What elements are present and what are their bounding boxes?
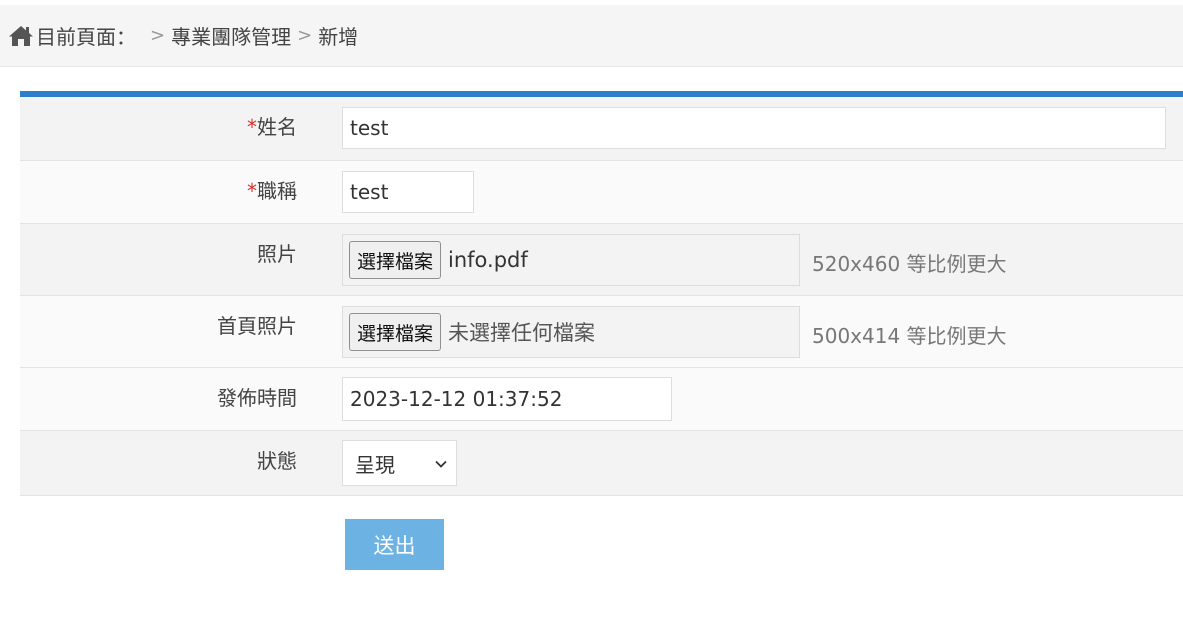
publish-time-input[interactable] (342, 377, 672, 421)
status-selected-value: 呈現 (355, 452, 395, 477)
breadcrumb-item-team-management[interactable]: 專業團隊管理 (171, 21, 291, 50)
required-mark: * (247, 179, 257, 203)
form-row-status: 狀態 呈現 (20, 431, 1183, 496)
home-icon[interactable] (8, 24, 34, 48)
chevron-down-icon (435, 460, 447, 468)
photo-label: 照片 (257, 242, 297, 266)
title-label: *職稱 (247, 179, 297, 203)
publish-time-label: 發佈時間 (217, 386, 297, 410)
required-mark: * (247, 115, 257, 139)
status-select[interactable]: 呈現 (342, 440, 457, 486)
photo-size-hint: 520x460 等比例更大 (812, 252, 1007, 276)
breadcrumb-item-add: 新增 (318, 25, 359, 49)
form-row-publish-time: 發佈時間 (20, 368, 1183, 431)
home-photo-label: 首頁照片 (217, 314, 297, 338)
form-row-photo: 照片 選擇檔案 info.pdf 520x460 等比例更大 (20, 224, 1183, 296)
breadcrumb-separator: > (297, 25, 313, 46)
photo-file-name: info.pdf (448, 248, 528, 272)
photo-choose-file-button[interactable]: 選擇檔案 (349, 241, 442, 279)
submit-button[interactable]: 送出 (345, 519, 444, 570)
breadcrumb-prefix: 目前頁面： (36, 25, 136, 49)
form-row-home-photo: 首頁照片 選擇檔案 未選擇任何檔案 500x414 等比例更大 (20, 296, 1183, 368)
status-label: 狀態 (257, 449, 297, 473)
title-input[interactable] (342, 171, 474, 213)
home-photo-file-name: 未選擇任何檔案 (448, 321, 596, 345)
home-photo-size-hint: 500x414 等比例更大 (812, 324, 1007, 348)
breadcrumb-separator: > (150, 25, 166, 46)
photo-file-input[interactable]: 選擇檔案 info.pdf (342, 234, 800, 286)
form-row-title: *職稱 (20, 161, 1183, 224)
name-label: *姓名 (247, 115, 297, 139)
form-row-name: *姓名 (20, 97, 1183, 161)
breadcrumb: 目前頁面： > 專業團隊管理 > 新增 (0, 5, 1183, 67)
home-photo-choose-file-button[interactable]: 選擇檔案 (349, 313, 442, 351)
home-photo-file-input[interactable]: 選擇檔案 未選擇任何檔案 (342, 306, 800, 358)
edit-form: *姓名 *職稱 照片 選擇檔案 info.pdf 520x460 等比例更大 首… (20, 91, 1183, 496)
name-input[interactable] (342, 107, 1166, 149)
